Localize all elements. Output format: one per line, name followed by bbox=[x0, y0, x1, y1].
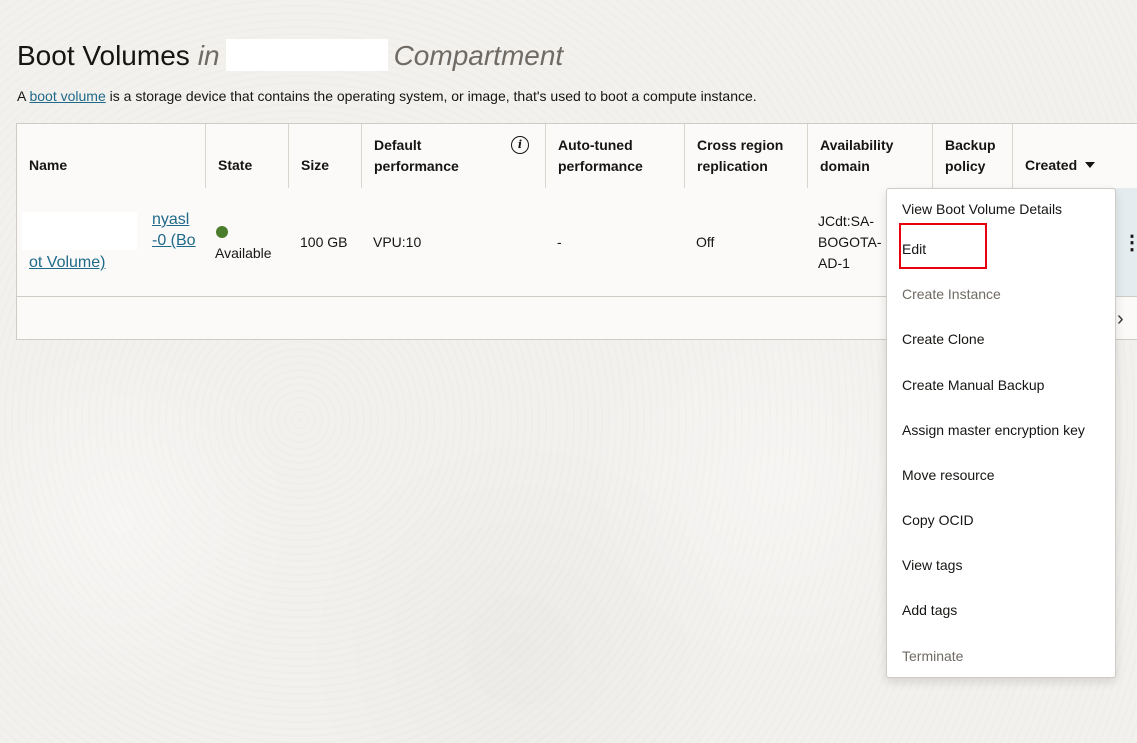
backup-line2: policy bbox=[945, 158, 986, 174]
status-dot bbox=[216, 226, 228, 238]
size-value: 100 GB bbox=[300, 234, 348, 250]
default-performance-value: VPU:10 bbox=[373, 234, 422, 250]
page-title-suffix: Compartment bbox=[393, 40, 564, 71]
boot-volume-link[interactable]: boot volume bbox=[29, 88, 105, 104]
column-header-cross-region-label: Cross region replication bbox=[697, 135, 783, 177]
column-header-size-label: Size bbox=[301, 157, 330, 173]
auto-tuned-line1: Auto-tuned bbox=[558, 137, 633, 153]
menu-item-create-manual-backup[interactable]: Create Manual Backup bbox=[902, 375, 1044, 395]
page-title-prefix: Boot Volumes bbox=[17, 40, 190, 71]
redacted-volume-name bbox=[22, 212, 137, 250]
availability-domain-line2: BOGOTA- bbox=[818, 234, 882, 250]
column-header-availability-label: Availability domain bbox=[820, 135, 893, 177]
column-header-name-label: Name bbox=[29, 157, 68, 173]
cross-region-line2: replication bbox=[697, 158, 768, 174]
auto-tuned-value: - bbox=[557, 234, 562, 250]
menu-item-view-details[interactable]: View Boot Volume Details bbox=[902, 199, 1062, 219]
description-text-after: is a storage device that contains the op… bbox=[105, 88, 757, 104]
column-header-cross-region[interactable]: Cross region replication bbox=[685, 124, 808, 188]
column-header-backup-label: Backup policy bbox=[945, 135, 996, 177]
menu-item-copy-ocid[interactable]: Copy OCID bbox=[902, 510, 974, 530]
volume-name-link-line3[interactable]: ot Volume) bbox=[29, 254, 105, 272]
page-title-in: in bbox=[197, 40, 220, 71]
default-performance-line1: Default bbox=[374, 137, 422, 153]
page-description: A boot volume is a storage device that c… bbox=[17, 87, 757, 105]
column-header-auto-tuned-label: Auto-tuned performance bbox=[558, 135, 643, 177]
auto-tuned-line2: performance bbox=[558, 158, 643, 174]
column-header-name[interactable]: Name bbox=[17, 124, 206, 188]
column-header-default-performance-label: Default performance bbox=[374, 135, 459, 177]
availability-line1: Availability bbox=[820, 137, 894, 153]
menu-item-create-clone[interactable]: Create Clone bbox=[902, 329, 985, 349]
column-header-created[interactable]: Created bbox=[1013, 124, 1137, 188]
chevron-right-icon[interactable]: › bbox=[1117, 309, 1124, 329]
column-header-state-label: State bbox=[218, 157, 253, 173]
description-text-before: A bbox=[17, 88, 30, 104]
created-label: Created bbox=[1025, 157, 1078, 173]
menu-item-view-tags[interactable]: View tags bbox=[902, 555, 962, 575]
column-header-auto-tuned[interactable]: Auto-tuned performance bbox=[546, 124, 685, 188]
column-header-default-performance[interactable]: Default performance i bbox=[362, 124, 546, 188]
availability-line2: domain bbox=[820, 158, 870, 174]
cross-region-value: Off bbox=[696, 234, 715, 250]
kebab-icon[interactable]: ⋮ bbox=[1122, 233, 1137, 253]
default-performance-line2: performance bbox=[374, 158, 459, 174]
volume-name-link-line1[interactable]: nyasl bbox=[152, 211, 189, 229]
info-icon[interactable]: i bbox=[511, 136, 529, 154]
column-header-availability-domain[interactable]: Availability domain bbox=[808, 124, 933, 188]
menu-item-assign-encryption-key[interactable]: Assign master encryption key bbox=[902, 420, 1085, 440]
column-header-size[interactable]: Size bbox=[289, 124, 362, 188]
column-header-backup-policy[interactable]: Backup policy bbox=[933, 124, 1013, 188]
status-text: Available bbox=[215, 245, 272, 261]
menu-item-terminate[interactable]: Terminate bbox=[902, 646, 963, 666]
table-header: Name State Size Default performance i Aut… bbox=[17, 124, 1137, 189]
availability-domain-line3: AD-1 bbox=[818, 255, 850, 271]
column-header-state[interactable]: State bbox=[206, 124, 289, 188]
menu-item-move-resource[interactable]: Move resource bbox=[902, 465, 995, 485]
cross-region-line1: Cross region bbox=[697, 137, 784, 153]
edit-highlight-box bbox=[899, 223, 987, 269]
volume-name-link-line2[interactable]: -0 (Bo bbox=[152, 232, 196, 250]
menu-item-add-tags[interactable]: Add tags bbox=[902, 600, 957, 620]
page-title: Boot Volumes in Compartment bbox=[17, 37, 563, 75]
caret-down-icon[interactable] bbox=[1085, 162, 1096, 168]
backup-line1: Backup bbox=[945, 137, 996, 153]
availability-domain-line1: JCdt:SA- bbox=[818, 213, 875, 229]
column-header-created-label: Created bbox=[1025, 155, 1096, 176]
menu-item-create-instance[interactable]: Create Instance bbox=[902, 284, 1001, 304]
redacted-compartment-name bbox=[225, 39, 388, 71]
